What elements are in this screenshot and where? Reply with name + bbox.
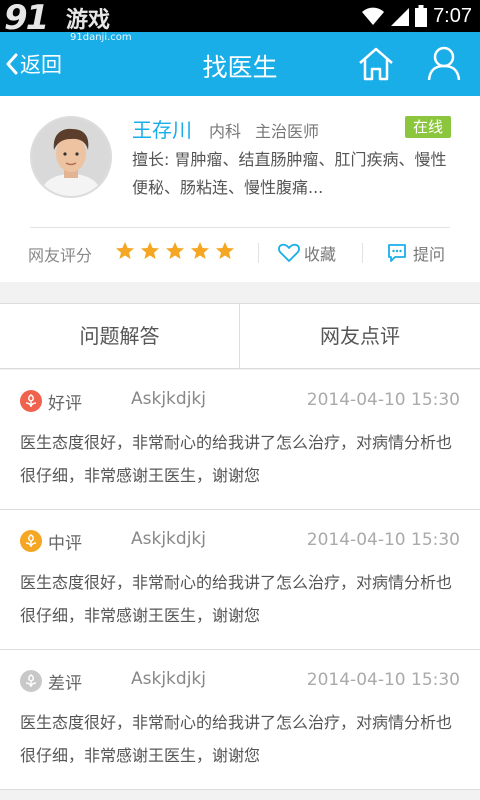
divider [30, 227, 450, 228]
user-icon [427, 46, 461, 81]
doctor-specialty: 擅长: 胃肿瘤、结直肠肿瘤、肛门疾病、慢性便秘、肠粘连、慢性腹痛... [132, 150, 447, 197]
divider [258, 243, 259, 263]
review-user: Askjkdjkj [131, 529, 206, 549]
rating-stars [115, 241, 235, 261]
back-label: 返回 [20, 53, 62, 77]
review-user: Askjkdjkj [131, 389, 206, 409]
heart-icon [278, 243, 300, 262]
flower-icon [20, 670, 42, 692]
review-item: 差评 Askjkdjkj 2014-04-10 15:30 医生态度很好，非常耐… [0, 650, 480, 790]
chevron-left-icon [6, 53, 18, 75]
status-time: 7:07 [433, 4, 472, 27]
doctor-avatar [30, 116, 112, 198]
review-time: 2014-04-10 15:30 [306, 390, 460, 410]
wifi-icon [362, 7, 385, 25]
tab-reviews[interactable]: 网友点评 [240, 304, 480, 368]
status-icons: 7:07 [361, 3, 472, 29]
flower-icon [20, 390, 42, 412]
review-type: 好评 [48, 394, 82, 414]
chat-bubble-icon [388, 244, 406, 262]
star-icon [216, 242, 234, 259]
review-item: 好评 Askjkdjkj 2014-04-10 15:30 医生态度很好，非常耐… [0, 370, 480, 510]
home-button[interactable] [356, 44, 396, 84]
ask-question-button[interactable]: 提问 [387, 239, 445, 267]
divider [362, 243, 363, 263]
user-button[interactable] [424, 44, 464, 84]
review-user: Askjkdjkj [131, 669, 206, 689]
battery-icon [415, 5, 428, 27]
star-icon [116, 242, 134, 259]
review-text: 医生态度很好，非常耐心的给我讲了怎么治疗，对病情分析也很仔细，非常感谢王医生，谢… [20, 433, 453, 485]
signal-icon [391, 8, 410, 26]
review-item: 中评 Askjkdjkj 2014-04-10 15:30 医生态度很好，非常耐… [0, 510, 480, 650]
back-button[interactable]: 返回 [6, 46, 62, 82]
watermark-url: 91danji.com [70, 32, 132, 43]
review-time: 2014-04-10 15:30 [306, 530, 460, 550]
star-icon [191, 242, 209, 259]
favorite-label: 收藏 [304, 245, 337, 264]
watermark-brand: 91 [4, 0, 49, 38]
star-icon [141, 242, 159, 259]
doctor-name: 王存川 [132, 118, 192, 142]
home-icon [359, 47, 393, 81]
tab-bar: 问题解答 网友点评 [0, 303, 480, 369]
watermark-logo: 91 游戏 91danji.com [4, 0, 144, 48]
star-icon [166, 242, 184, 259]
ask-label: 提问 [413, 245, 446, 264]
review-text: 医生态度很好，非常耐心的给我讲了怎么治疗，对病情分析也很仔细，非常感谢王医生，谢… [20, 713, 453, 765]
doctor-card: 王存川 内科 主治医师 在线 擅长: 胃肿瘤、结直肠肿瘤、肛门疾病、慢性便秘、肠… [0, 96, 480, 282]
page-title: 找医生 [202, 53, 278, 82]
watermark-game-text: 游戏 [66, 8, 111, 33]
flower-icon [20, 530, 42, 552]
online-status-badge: 在线 [405, 116, 451, 138]
favorite-button[interactable]: 收藏 [278, 239, 336, 267]
doctor-title: 主治医师 [255, 122, 320, 141]
review-text: 医生态度很好，非常耐心的给我讲了怎么治疗，对病情分析也很仔细，非常感谢王医生，谢… [20, 573, 453, 625]
review-type: 中评 [48, 534, 82, 554]
tab-qa[interactable]: 问题解答 [0, 304, 239, 368]
rating-label: 网友评分 [28, 246, 93, 265]
review-type: 差评 [48, 674, 82, 694]
review-time: 2014-04-10 15:30 [306, 670, 460, 690]
doctor-portrait-image [32, 118, 110, 196]
doctor-department: 内科 [209, 122, 242, 141]
